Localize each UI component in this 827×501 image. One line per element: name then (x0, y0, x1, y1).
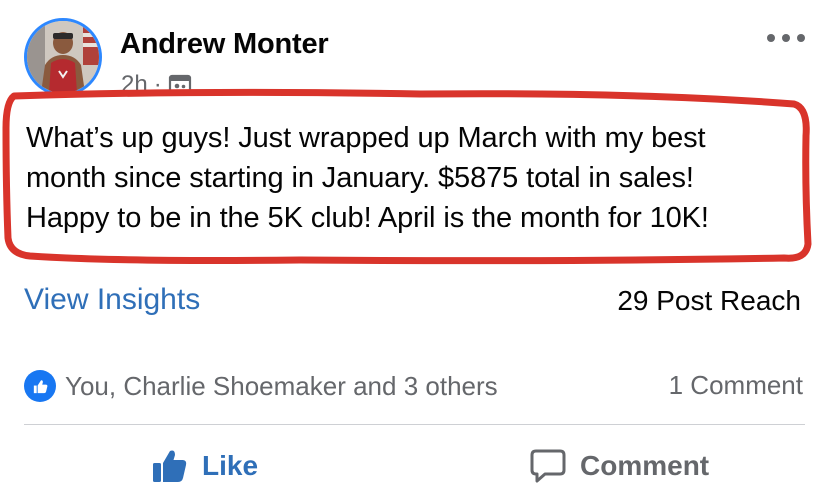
group-audience-icon[interactable] (168, 73, 192, 97)
comment-button[interactable]: Comment (528, 440, 709, 492)
post-text: What’s up guys! Just wrapped up March wi… (26, 122, 709, 234)
thumbs-up-icon (153, 450, 187, 482)
comment-count-link[interactable]: 1 Comment (669, 370, 803, 401)
meta-separator: · (153, 71, 162, 98)
author-avatar[interactable] (24, 18, 102, 96)
view-insights-link[interactable]: View Insights (24, 283, 200, 317)
reactions-text: You, Charlie Shoemaker and 3 others (65, 370, 498, 401)
actions-divider (24, 424, 805, 425)
more-dot (797, 34, 805, 42)
comment-bubble-icon (530, 449, 566, 483)
post-timestamp[interactable]: 2h (121, 71, 148, 99)
like-button[interactable]: Like (150, 440, 258, 492)
post-reach-count: 29 Post Reach (617, 285, 801, 316)
comment-label: Comment (580, 450, 710, 481)
more-options-icon[interactable] (767, 28, 805, 48)
like-label: Like (202, 450, 259, 481)
like-reaction-icon (24, 370, 56, 402)
more-dot (767, 34, 775, 42)
post-meta: 2h · (121, 70, 192, 100)
more-dot (782, 34, 790, 42)
author-name[interactable]: Andrew Monter (120, 28, 329, 61)
avatar-photo (27, 21, 99, 93)
reactions-summary[interactable]: You, Charlie Shoemaker and 3 others (24, 368, 498, 404)
